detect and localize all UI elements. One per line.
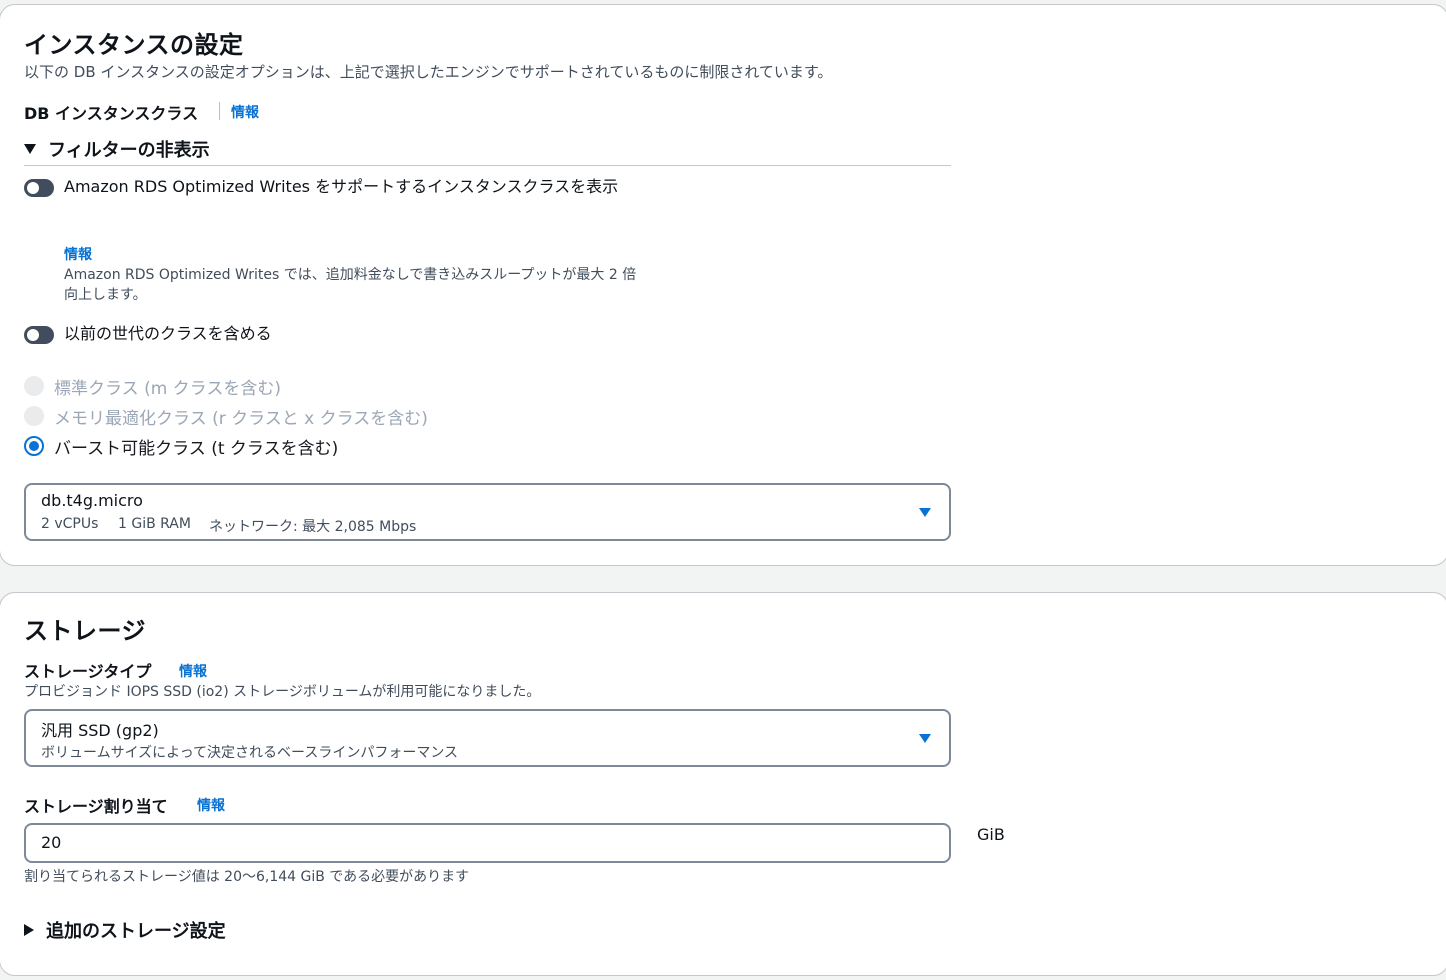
memory-optimized-class-radio[interactable] — [24, 406, 44, 426]
db-instance-class-info-link[interactable]: 情報 — [231, 102, 259, 122]
storage-panel: ストレージ ストレージタイプ 情報 プロビジョンド IOPS SSD (io2)… — [0, 592, 1446, 976]
storage-type-selected-description: ボリュームサイズによって決定されるベースラインパフォーマンス — [41, 745, 459, 761]
storage-allocation-hint: 割り当てられるストレージ値は 20～6,144 GiB である必要があります — [24, 869, 470, 885]
previous-generation-label: 以前の世代のクラスを含める — [64, 324, 272, 343]
additional-storage-settings-expander[interactable]: 追加のストレージ設定 — [24, 917, 226, 943]
instance-class-select[interactable]: db.t4g.micro 2 vCPUs 1 GiB RAM ネットワーク: 最… — [24, 483, 951, 541]
optimized-writes-description: Amazon RDS Optimized Writes では、追加料金なしで書き… — [64, 267, 637, 303]
additional-storage-settings-label: 追加のストレージ設定 — [46, 921, 226, 942]
storage-allocation-label: ストレージ割り当て — [24, 797, 168, 816]
optimized-writes-toggle[interactable] — [24, 179, 54, 197]
storage-type-info-link[interactable]: 情報 — [179, 661, 207, 681]
storage-allocation-input[interactable]: 20 — [24, 823, 951, 863]
toggle-knob — [27, 329, 39, 341]
instance-class-selected-name: db.t4g.micro — [41, 491, 143, 510]
filter-divider — [24, 165, 951, 166]
instance-settings-description: 以下の DB インスタンスの設定オプションは、上記で選択したエンジンでサポートさ… — [24, 63, 833, 81]
standard-class-radio-label: 標準クラス (m クラスを含む) — [54, 379, 281, 399]
label-separator — [219, 102, 220, 120]
memory-optimized-class-radio-label: メモリ最適化クラス (r クラスと x クラスを含む) — [54, 409, 428, 429]
previous-generation-toggle[interactable] — [24, 326, 54, 344]
db-instance-class-label: DB インスタンスクラス — [24, 104, 199, 123]
burstable-class-radio-label: バースト可能クラス (t クラスを含む) — [54, 439, 339, 459]
instance-settings-title: インスタンスの設定 — [24, 31, 244, 59]
radio-selected-dot — [29, 441, 39, 451]
expand-triangle-icon — [24, 924, 34, 936]
filter-expander[interactable]: フィルターの非表示 — [24, 136, 210, 162]
filter-expander-label: フィルターの非表示 — [48, 140, 210, 161]
optimized-writes-info-link[interactable]: 情報 — [64, 244, 92, 264]
storage-type-selected-name: 汎用 SSD (gp2) — [41, 721, 159, 740]
toggle-knob — [27, 182, 39, 194]
instance-class-ram: 1 GiB RAM — [118, 516, 191, 532]
caret-down-icon — [919, 508, 931, 517]
storage-type-select[interactable]: 汎用 SSD (gp2) ボリュームサイズによって決定されるベースラインパフォー… — [24, 709, 951, 767]
instance-settings-panel: インスタンスの設定 以下の DB インスタンスの設定オプションは、上記で選択した… — [0, 4, 1446, 566]
optimized-writes-label: Amazon RDS Optimized Writes をサポートするインスタン… — [64, 177, 619, 196]
storage-allocation-info-link[interactable]: 情報 — [197, 795, 225, 815]
burstable-class-radio[interactable] — [24, 436, 44, 456]
standard-class-radio[interactable] — [24, 376, 44, 396]
instance-class-network: ネットワーク: 最大 2,085 Mbps — [209, 519, 417, 535]
collapse-triangle-icon — [24, 144, 36, 154]
storage-allocation-unit: GiB — [977, 825, 1005, 844]
caret-down-icon — [919, 734, 931, 743]
storage-title: ストレージ — [24, 617, 147, 645]
storage-type-label: ストレージタイプ — [24, 662, 152, 681]
instance-class-vcpus: 2 vCPUs — [41, 516, 99, 532]
storage-type-notice: プロビジョンド IOPS SSD (io2) ストレージボリュームが利用可能にな… — [24, 684, 541, 700]
